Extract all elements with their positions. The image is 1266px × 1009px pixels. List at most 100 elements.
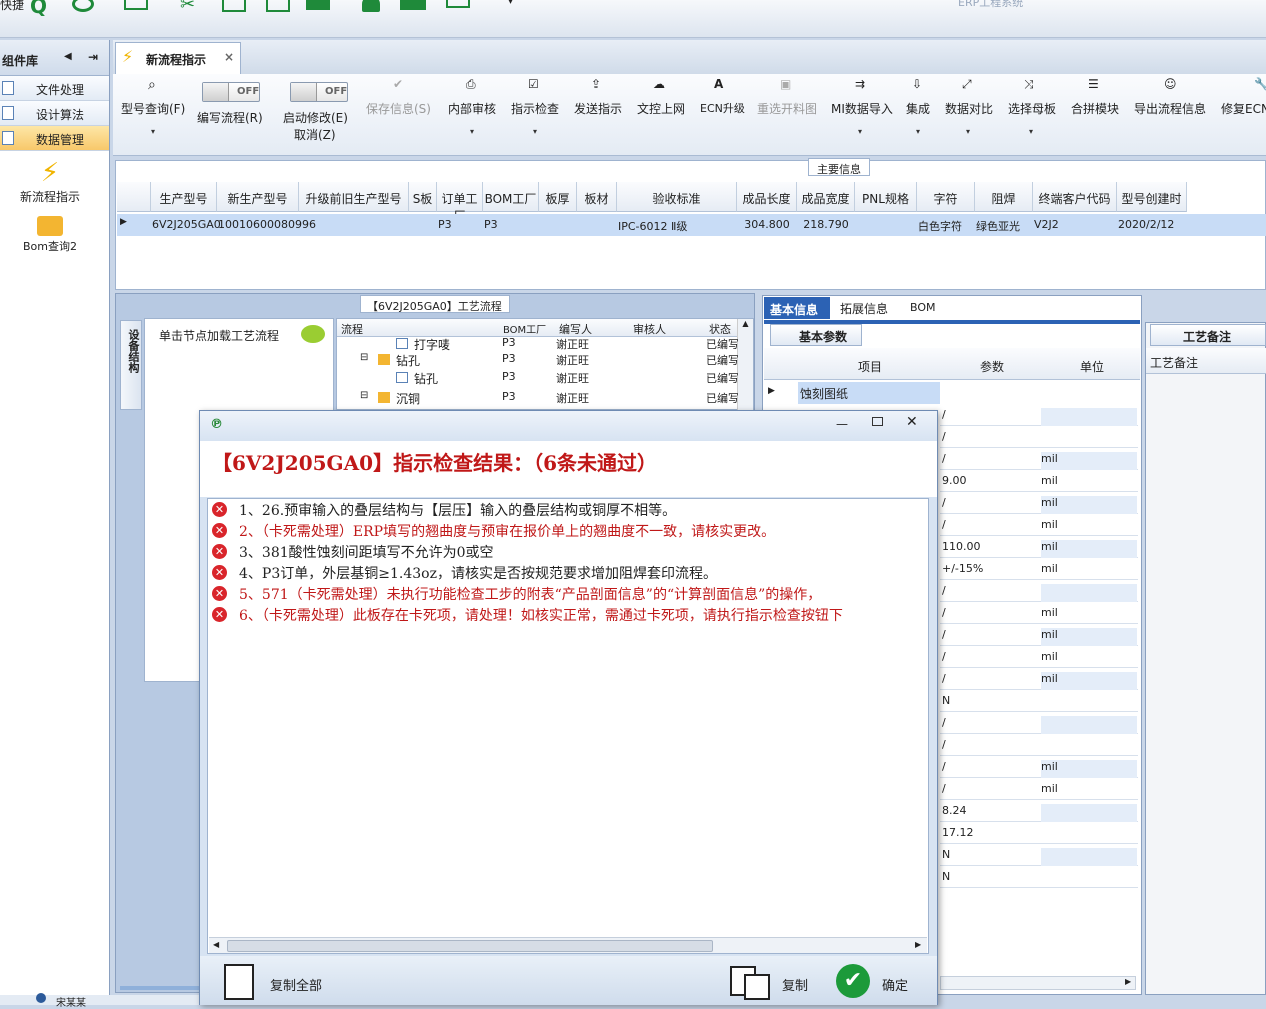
- tab-basic-info[interactable]: 基本信息: [764, 297, 830, 319]
- param-hscrollbar[interactable]: ▶: [940, 976, 1136, 990]
- laptop-icon[interactable]: [446, 0, 470, 8]
- scroll-left-icon[interactable]: ◀: [213, 940, 219, 949]
- col-header[interactable]: 型号创建时: [1117, 182, 1187, 212]
- ribbon-repair-ecn[interactable]: 修复ECN: [1221, 100, 1266, 117]
- table-icon[interactable]: [124, 0, 148, 10]
- scroll-right-icon[interactable]: ▶: [1125, 977, 1131, 986]
- col-header[interactable]: 板材: [577, 182, 617, 212]
- tool-new-process[interactable]: ⚡ 新流程指示: [0, 158, 100, 205]
- message-item[interactable]: ✕ 4、P3订单，外层基铜≥1.43oz，请核实是否按规范要求增加阻焊套印流程。: [208, 562, 928, 583]
- message-item[interactable]: ✕ 5、571（卡死需处理）未执行功能检查工步的附表“产品剖面信息”的“计算剖面信…: [208, 583, 928, 604]
- tab-bom[interactable]: BOM: [910, 301, 936, 314]
- param-row[interactable]: / mil: [940, 646, 1138, 668]
- dropdown-icon[interactable]: ▾: [533, 127, 537, 136]
- col-header[interactable]: 板厚: [539, 182, 577, 212]
- param-row[interactable]: /: [940, 712, 1138, 734]
- more-icon[interactable]: ▾: [508, 0, 513, 7]
- col-header[interactable]: 生产型号: [151, 182, 217, 212]
- tab-extended-info[interactable]: 拓展信息: [840, 300, 888, 317]
- col-header[interactable]: PNL规格: [855, 182, 917, 212]
- param-item-etch-drawing[interactable]: 蚀刻图纸: [798, 382, 940, 404]
- globe-icon[interactable]: [72, 0, 94, 12]
- ribbon-reselect-cut-drawing[interactable]: 重选开料图: [757, 100, 817, 117]
- ribbon-save-info[interactable]: 保存信息(S): [366, 100, 431, 117]
- ribbon-mi-import[interactable]: MI数据导入: [831, 100, 893, 117]
- ribbon-cancel[interactable]: 取消(Z): [294, 126, 336, 143]
- col-header[interactable]: 验收标准: [617, 182, 737, 212]
- param-row[interactable]: / mil: [940, 624, 1138, 646]
- collapse-icon[interactable]: ⊟: [360, 352, 368, 363]
- message-item[interactable]: ✕ 6、（卡死需处理）此板存在卡死项，请处理！如核实正常，需通过卡死项，请执行指示…: [208, 604, 928, 625]
- col-header[interactable]: BOM工厂: [483, 182, 539, 212]
- copy-all-button[interactable]: 复制全部: [270, 975, 322, 994]
- param-row[interactable]: 9.00 mil: [940, 470, 1138, 492]
- calendar-icon[interactable]: [222, 0, 246, 12]
- side-tab-equipment[interactable]: 设备结构: [120, 320, 142, 410]
- dropdown-icon[interactable]: ▾: [151, 127, 155, 136]
- close-icon[interactable]: ✕: [906, 414, 918, 430]
- param-row[interactable]: / mil: [940, 778, 1138, 800]
- start-modify-toggle[interactable]: OFF: [290, 82, 348, 102]
- ribbon-export-flow[interactable]: 导出流程信息: [1134, 100, 1206, 117]
- ok-button[interactable]: 确定: [882, 975, 908, 994]
- dropdown-icon[interactable]: ▾: [966, 127, 970, 136]
- col-header[interactable]: S板: [409, 182, 437, 212]
- param-row[interactable]: /: [940, 426, 1138, 448]
- confirm-check-icon[interactable]: ✔: [836, 964, 870, 998]
- message-item[interactable]: ✕ 1、26.预审输入的叠层结构与【层压】输入的叠层结构或铜厚不相等。: [208, 499, 928, 520]
- col-header[interactable]: 终端客户代码: [1033, 182, 1117, 212]
- param-row[interactable]: 17.12: [940, 822, 1138, 844]
- collapse-left-icon[interactable]: ◀: [64, 51, 72, 62]
- param-row[interactable]: +/-15% mil: [940, 558, 1138, 580]
- message-hscrollbar[interactable]: ◀ ▶: [209, 937, 927, 953]
- param-row[interactable]: / mil: [940, 514, 1138, 536]
- tab-process-remark[interactable]: 工艺备注: [1150, 324, 1266, 346]
- tab-close-icon[interactable]: ×: [224, 50, 234, 64]
- col-header[interactable]: 字符: [917, 182, 975, 212]
- ribbon-integrate[interactable]: 集成: [906, 100, 930, 117]
- tab-new-process[interactable]: ⚡ 新流程指示 ×: [115, 42, 241, 74]
- dropdown-icon[interactable]: ▾: [1029, 127, 1033, 136]
- message-item[interactable]: ✕ 3、381酸性蚀刻间距填写不允许为0或空: [208, 541, 928, 562]
- user-icon[interactable]: [362, 0, 380, 12]
- col-header[interactable]: 成品长度: [737, 182, 797, 212]
- param-row[interactable]: / mil: [940, 668, 1138, 690]
- nav-design-algorithm[interactable]: 设计算法: [0, 101, 109, 126]
- ribbon-ecn-upgrade[interactable]: ECN升级: [700, 100, 745, 116]
- param-row[interactable]: /: [940, 404, 1138, 426]
- col-header[interactable]: 升级前旧生产型号: [299, 182, 409, 212]
- document-icon[interactable]: [224, 964, 254, 1000]
- minimize-icon[interactable]: —: [836, 417, 848, 431]
- param-row[interactable]: / mil: [940, 756, 1138, 778]
- scissors-icon[interactable]: ✂: [180, 0, 195, 15]
- scroll-right-icon[interactable]: ▶: [915, 940, 921, 949]
- message-item[interactable]: ✕ 2、（卡死需处理）ERP填写的翘曲度与预审在报价单上的翘曲度不一致，请核实更改…: [208, 520, 928, 541]
- ribbon-merge-module[interactable]: 合拼模块: [1071, 100, 1119, 117]
- ribbon-model-query[interactable]: 型号查询(F): [121, 100, 185, 117]
- nav-data-management[interactable]: 数据管理: [0, 126, 109, 151]
- dropdown-icon[interactable]: ▾: [470, 127, 474, 136]
- collapse-icon[interactable]: ⊟: [360, 390, 368, 401]
- ribbon-send-instruction[interactable]: 发送指示: [574, 100, 622, 117]
- param-row[interactable]: / mil: [940, 602, 1138, 624]
- ribbon-data-compare[interactable]: 数据对比: [945, 100, 993, 117]
- dropdown-icon[interactable]: ▾: [916, 127, 920, 136]
- col-header[interactable]: 新生产型号: [217, 182, 299, 212]
- col-header[interactable]: 阻焊: [975, 182, 1033, 212]
- ribbon-instruction-check[interactable]: 指示检查: [511, 100, 559, 117]
- write-flow-toggle[interactable]: OFF: [202, 82, 260, 102]
- ribbon-doc-online[interactable]: 文控上网: [637, 100, 685, 117]
- pin-icon[interactable]: ⇥: [88, 50, 98, 64]
- dialog-titlebar[interactable]: ℗ — ✕: [200, 411, 937, 441]
- col-header[interactable]: 订单工厂: [437, 182, 483, 223]
- param-row[interactable]: /: [940, 580, 1138, 602]
- maximize-icon[interactable]: [872, 417, 883, 426]
- search-icon[interactable]: Q: [30, 0, 47, 18]
- copy-button[interactable]: 复制: [782, 975, 808, 994]
- nav-file-processing[interactable]: 文件处理: [0, 76, 109, 101]
- tool-bom-query[interactable]: Bom查询2: [0, 216, 100, 254]
- param-row[interactable]: / mil: [940, 448, 1138, 470]
- ribbon-select-mother-board[interactable]: 选择母板: [1008, 100, 1056, 117]
- grid-icon[interactable]: [306, 0, 330, 10]
- col-header[interactable]: 成品宽度: [797, 182, 855, 212]
